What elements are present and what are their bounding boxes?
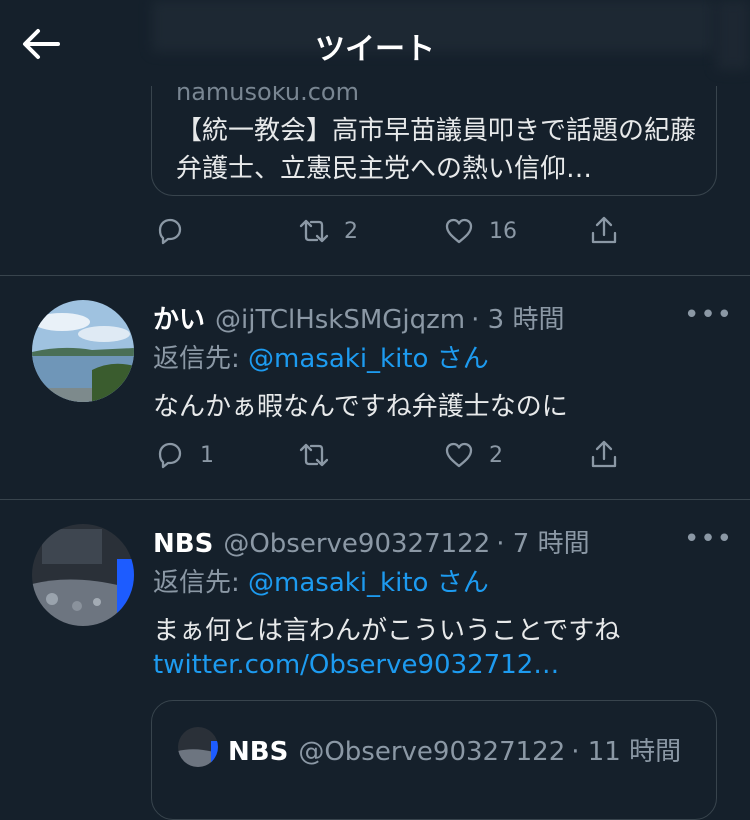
avatar-image	[178, 727, 218, 767]
mention-link[interactable]: @masaki_kito	[248, 344, 428, 374]
reply-count: 1	[200, 442, 214, 468]
heart-icon	[445, 442, 473, 468]
reply-button[interactable]	[154, 215, 186, 247]
page-title: ツイート	[315, 32, 435, 67]
mention-link[interactable]: @masaki_kito	[248, 568, 428, 598]
share-icon	[591, 440, 617, 468]
reply-suffix: さん	[428, 344, 489, 374]
quoted-user-handle: @Observe90327122	[298, 737, 566, 767]
quoted-display-name: NBS	[228, 737, 289, 767]
divider	[0, 275, 750, 276]
top-bar: ツイート	[0, 0, 750, 86]
reply-context: 返信先: @masaki_kito さん	[153, 338, 489, 375]
reply-icon	[158, 442, 182, 469]
tweet-text: なんかぁ暇なんですね弁護士なのに	[153, 392, 568, 422]
share-button[interactable]	[588, 439, 620, 471]
link-card-title: 【統一教会】高市早苗議員叩きで話題の紀藤弁護士、立憲民主党への熱い信仰…	[176, 116, 697, 184]
reply-context: 返信先: @masaki_kito さん	[153, 562, 489, 599]
reply-suffix: さん	[428, 568, 489, 598]
like-count: 16	[489, 218, 517, 244]
timestamp[interactable]: · 7 時間	[496, 529, 589, 559]
retweet-count: 2	[344, 218, 358, 244]
user-handle[interactable]: @Observe90327122	[223, 529, 490, 559]
retweet-icon	[299, 443, 329, 467]
heart-icon	[445, 218, 473, 244]
retweet-button[interactable]	[298, 439, 330, 471]
avatar[interactable]	[32, 300, 134, 402]
retweet-icon	[299, 219, 329, 243]
retweet-button[interactable]: 2	[298, 215, 358, 247]
tweet-text: まぁ何とは言わんがこういうことですね	[153, 616, 621, 646]
reply-icon	[158, 218, 182, 245]
display-name[interactable]: かい	[153, 305, 205, 335]
like-count: 2	[489, 442, 503, 468]
tweet-link[interactable]: twitter.com/Observe9032712…	[153, 650, 559, 680]
reply-prefix: 返信先:	[153, 568, 249, 598]
more-options-button[interactable]: •••	[684, 300, 733, 330]
quoted-timestamp: · 11 時間	[571, 737, 682, 767]
reply-button[interactable]: 1	[154, 439, 214, 471]
display-name[interactable]: NBS	[153, 529, 213, 559]
like-button[interactable]: 2	[443, 439, 503, 471]
avatar[interactable]	[32, 524, 134, 626]
more-options-button[interactable]: •••	[684, 524, 733, 554]
reply-prefix: 返信先:	[153, 344, 249, 374]
timestamp[interactable]: · 3 時間	[471, 305, 564, 335]
share-icon	[591, 216, 617, 244]
avatar-image	[32, 300, 134, 402]
share-button[interactable]	[588, 215, 620, 247]
user-handle[interactable]: @ijTClHskSMGjqzm	[215, 305, 465, 335]
quoted-avatar	[178, 727, 218, 767]
avatar-image	[32, 524, 134, 626]
divider	[0, 499, 750, 500]
like-button[interactable]: 16	[443, 215, 517, 247]
